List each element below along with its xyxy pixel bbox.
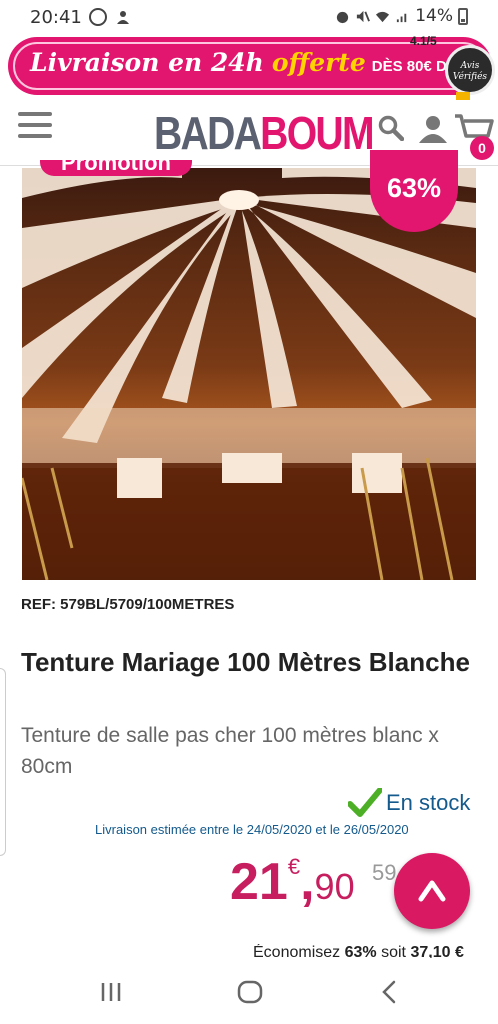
- battery-level: 14%: [415, 6, 453, 26]
- promo-text: Livraison en 24h offerte DÈS 80€ D'AC: [30, 48, 472, 77]
- system-nav-bar: [0, 960, 498, 1024]
- site-logo[interactable]: BADABOUM: [154, 106, 375, 160]
- signal-icon: [397, 13, 407, 22]
- avis-badge-line2: Vérifiés: [452, 72, 488, 82]
- savings-amount: 37,10 €: [410, 944, 464, 958]
- cart-count-badge[interactable]: 0: [470, 136, 494, 160]
- price-separator: ,: [300, 853, 315, 911]
- home-icon[interactable]: [236, 978, 264, 1006]
- recent-apps-icon[interactable]: [97, 978, 125, 1006]
- savings-line: Économisez 63% soit 37,10 €: [253, 944, 464, 958]
- account-icon[interactable]: [418, 114, 448, 144]
- back-icon[interactable]: [376, 978, 404, 1006]
- checkmark-icon: [348, 788, 382, 817]
- mute-icon: [357, 10, 371, 22]
- menu-icon[interactable]: [18, 112, 52, 140]
- promo-text-main: Livraison en 24h: [30, 48, 264, 77]
- scroll-top-button[interactable]: [394, 853, 470, 929]
- arrow-up-icon: [418, 880, 446, 902]
- promotion-tag: Promotion: [40, 160, 192, 176]
- price-currency: €: [287, 854, 301, 879]
- battery-icon: [458, 7, 468, 25]
- search-icon[interactable]: [378, 115, 404, 141]
- product-price: 21 € ,90: [230, 852, 355, 912]
- status-right: 14%: [335, 6, 468, 26]
- stock-status: En stock: [348, 788, 470, 818]
- app-notification-icon: [117, 11, 129, 24]
- savings-percent: 63%: [344, 944, 377, 958]
- product-title: Tenture Mariage 100 Mètres Blanche: [21, 647, 470, 677]
- alarm-icon: [337, 11, 349, 23]
- promotion-tag-label: Promotion: [61, 160, 171, 175]
- wifi-icon: [376, 11, 390, 22]
- avis-verifies-badge[interactable]: Avis Vérifiés: [445, 45, 495, 95]
- status-bar: 20:41 14%: [0, 0, 498, 34]
- product-ref: REF: 579BL/5709/100METRES: [21, 596, 235, 613]
- savings-mid: soit: [381, 944, 406, 958]
- price-decimals: 90: [314, 866, 355, 907]
- savings-prefix: Économisez: [253, 944, 341, 958]
- price-integer: 21: [230, 853, 288, 911]
- stock-label: En stock: [386, 790, 471, 815]
- logo-part1: BADA: [154, 107, 262, 159]
- status-time: 20:41: [30, 7, 82, 28]
- delivery-estimate: Livraison estimée entre le 24/05/2020 et…: [95, 822, 409, 837]
- rating-score: 4.1/5: [410, 34, 437, 48]
- logo-part2: BOUM: [260, 107, 374, 159]
- notification-icon: [89, 8, 107, 26]
- product-subtitle: Tenture de salle pas cher 100 mètres bla…: [21, 724, 439, 778]
- promo-text-offer: offerte: [271, 48, 366, 77]
- old-price: 59: [372, 860, 397, 885]
- avis-badge-line1: Avis: [460, 61, 480, 71]
- side-panel-handle[interactable]: [0, 668, 6, 856]
